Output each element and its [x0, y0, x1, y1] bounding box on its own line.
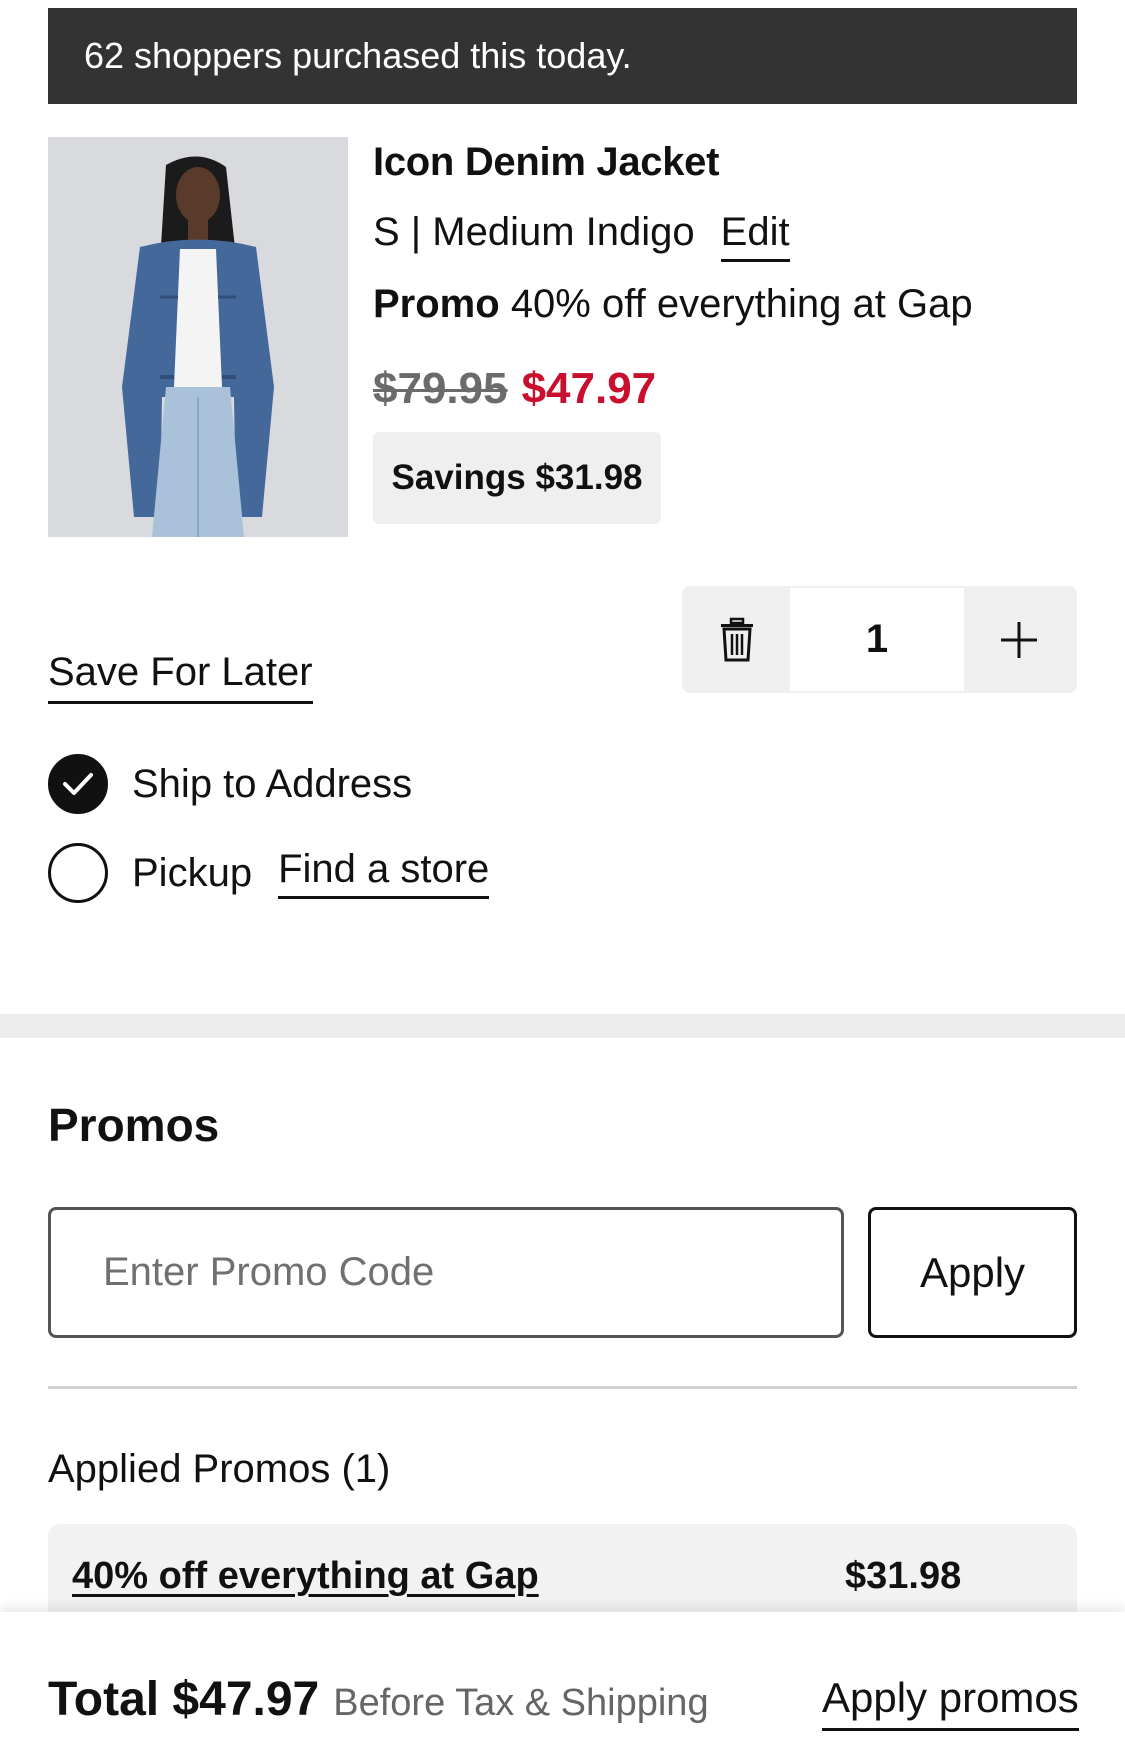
promo-code-input[interactable]: [48, 1207, 844, 1338]
total-note: Before Tax & Shipping: [333, 1682, 709, 1724]
apply-promos-link[interactable]: Apply promos: [822, 1674, 1079, 1731]
applied-promo-amount: $31.98: [845, 1555, 962, 1597]
edit-link[interactable]: Edit: [720, 210, 790, 262]
savings-badge: Savings $31.98: [373, 432, 661, 524]
promo-label: Promo: [373, 282, 500, 326]
apply-promo-button[interactable]: Apply: [868, 1207, 1077, 1338]
pickup-label: Pickup: [132, 850, 253, 895]
trash-icon: [721, 617, 753, 661]
delete-button[interactable]: [684, 588, 790, 691]
ship-option[interactable]: Ship to Address: [48, 754, 412, 814]
increment-button[interactable]: [964, 588, 1073, 691]
total-label: Total $47.97: [48, 1673, 320, 1726]
product-variant: S | Medium Indigo: [373, 210, 695, 254]
section-divider: [0, 1014, 1125, 1038]
price-row: $79.95 $47.97: [373, 364, 656, 414]
plus-icon: [1000, 621, 1037, 658]
promos-heading: Promos: [48, 1099, 220, 1151]
quantity-stepper: 1: [682, 586, 1077, 693]
promo-text: 40% off everything at Gap: [510, 282, 973, 326]
product-image[interactable]: [48, 137, 348, 537]
purchase-banner: 62 shoppers purchased this today.: [48, 8, 1077, 104]
promo-divider: [48, 1386, 1077, 1389]
original-price: $79.95: [373, 364, 508, 413]
save-for-later-link[interactable]: Save For Later: [48, 650, 313, 704]
product-photo: [48, 137, 348, 537]
cart-page: 62 shoppers purchased this today. Icon D…: [0, 0, 1125, 1748]
applied-promos-heading: Applied Promos (1): [48, 1447, 391, 1491]
banner-text: 62 shoppers purchased this today.: [84, 35, 632, 76]
find-store-link[interactable]: Find a store: [278, 847, 490, 899]
savings-text: Savings $31.98: [391, 458, 643, 497]
product-name: Icon Denim Jacket: [373, 140, 720, 184]
applied-promo-link[interactable]: 40% off everything at Gap: [72, 1555, 539, 1598]
sticky-footer: Total $47.97 Before Tax & Shipping Apply…: [0, 1612, 1125, 1748]
pickup-radio[interactable]: [48, 843, 108, 903]
checkmark-icon: [63, 773, 93, 795]
sale-price: $47.97: [521, 364, 657, 413]
product-variant-row: S | Medium Indigo Edit: [373, 210, 790, 262]
ship-radio[interactable]: [48, 754, 108, 814]
product-promo: Promo 40% off everything at Gap: [373, 282, 973, 327]
quantity-value[interactable]: 1: [790, 588, 964, 691]
ship-label: Ship to Address: [132, 761, 413, 806]
order-total: Total $47.97 Before Tax & Shipping: [48, 1672, 709, 1727]
pickup-option[interactable]: Pickup Find a store: [48, 843, 490, 903]
